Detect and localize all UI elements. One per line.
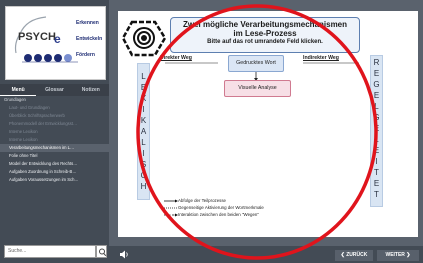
sidebar-menu: Grundlagen Laut- und Grundlagen Überblic… xyxy=(0,96,109,184)
slide-subtitle: im Lese-Prozess xyxy=(233,29,297,38)
rule-letter: G xyxy=(373,113,380,122)
slide-instruction: Bitte auf das rot umrandete Feld klicken… xyxy=(207,39,323,45)
chevron-right-icon: ❯ xyxy=(404,252,411,258)
magnifier-icon xyxy=(99,248,107,257)
next-label: WEITER xyxy=(385,252,405,258)
rule-letter: T xyxy=(374,168,379,177)
tab-glossary[interactable]: Glossar xyxy=(36,84,72,96)
logo-tagline-1: Erkennen xyxy=(76,20,99,26)
rule-letter: E xyxy=(373,69,380,78)
lexical-letter: L xyxy=(141,72,146,81)
prev-button[interactable]: ❮ ZURÜCK xyxy=(335,250,373,261)
legend-lines xyxy=(164,199,178,217)
sidebar-item[interactable]: Phonemmodell der Entwicklungsst… xyxy=(0,120,109,128)
sidebar-item[interactable]: Aufgaben Voraussetzungen im Sch… xyxy=(0,176,109,184)
rule-letter: G xyxy=(373,80,380,89)
prev-label: ZURÜCK xyxy=(346,252,368,258)
sidebar-item[interactable]: Überblick Schriftspracherwerb xyxy=(0,112,109,120)
visual-analysis-box[interactable]: Visuelle Analyse xyxy=(224,80,291,97)
logo-tagline-2: Entwickeln xyxy=(76,36,103,42)
slide-title: Zwei mögliche Verarbeitungsmechanismen xyxy=(182,20,348,29)
sidebar-item[interactable]: Model der Entwicklung des Rechts… xyxy=(0,160,109,168)
legend-item-dotted: Gegenseitige Aktivierung der Wortmerkmal… xyxy=(178,205,264,210)
lexical-letters: LEXIKALISCH xyxy=(138,64,149,192)
tab-menu[interactable]: Menü xyxy=(0,84,37,96)
legend-item-dashed: Interaktion zwischen den beiden "Wegen" xyxy=(178,212,259,217)
lexical-letter: L xyxy=(141,138,146,147)
search-input[interactable]: Suche... xyxy=(4,245,96,258)
lexical-letter: H xyxy=(140,182,147,191)
sidebar-item[interactable]: Interne Lexikon xyxy=(0,136,109,144)
tab-notes[interactable]: Notizen xyxy=(73,84,109,96)
logo-brand-name: PSYCH xyxy=(18,31,56,43)
rule-letter: R xyxy=(373,58,380,67)
rule-letter: I xyxy=(375,157,378,166)
sidebar-item[interactable]: Laut- und Grundlagen xyxy=(0,104,109,112)
sidebar-item-selected[interactable]: Verarbeitungsmechanismen im L… xyxy=(0,144,109,152)
lexical-route-column: LEXIKALISCH xyxy=(137,63,150,200)
lexical-letter: X xyxy=(140,94,147,103)
speaker-icon[interactable] xyxy=(118,249,130,260)
rule-letter: E xyxy=(373,179,380,188)
rule-letters: REGELGELEITET xyxy=(371,56,382,200)
lexical-letter: I xyxy=(142,149,145,158)
rule-letter: T xyxy=(374,190,379,199)
search-button[interactable] xyxy=(96,245,107,258)
next-button[interactable]: WEITER ❯ xyxy=(377,250,419,261)
logo: PSYCH e Erkennen Entwickeln Fördern xyxy=(5,6,106,80)
sidebar-item-grundlagen[interactable]: Grundlagen xyxy=(0,96,109,104)
lexical-letter: I xyxy=(142,105,145,114)
logo-brand-highlight: e xyxy=(54,32,61,46)
rule-letter: E xyxy=(373,124,380,133)
sidebar-item[interactable]: Folie ohne Titel xyxy=(0,152,109,160)
lexical-letter: S xyxy=(140,160,147,169)
rule-letter: E xyxy=(373,91,380,100)
legend-item-solid: Abfolge der Teilprozesse xyxy=(178,198,226,203)
rule-letter: E xyxy=(373,146,380,155)
lexical-letter: E xyxy=(140,83,147,92)
logo-tagline-3: Fördern xyxy=(76,52,95,58)
sidebar-item[interactable]: Aufgaben Zuordnung in Schreib-B… xyxy=(0,168,109,176)
rule-letter: L xyxy=(374,102,379,111)
printed-word-box: Gedrucktes Wort xyxy=(228,55,284,72)
sidebar-item[interactable]: Interne Lexikon xyxy=(0,128,109,136)
eye-icon xyxy=(121,20,167,57)
lexical-letter: C xyxy=(140,171,147,180)
rule-route-column: REGELGELEITET xyxy=(370,55,383,207)
bottom-bar xyxy=(109,246,423,263)
slide-title-box: Zwei mögliche Verarbeitungsmechanismen i… xyxy=(170,17,360,53)
lexical-letter: A xyxy=(140,127,147,136)
rule-letter: L xyxy=(374,135,379,144)
sidebar-tabs: Menü Glossar Notizen xyxy=(0,84,109,96)
lexical-letter: K xyxy=(140,116,147,125)
